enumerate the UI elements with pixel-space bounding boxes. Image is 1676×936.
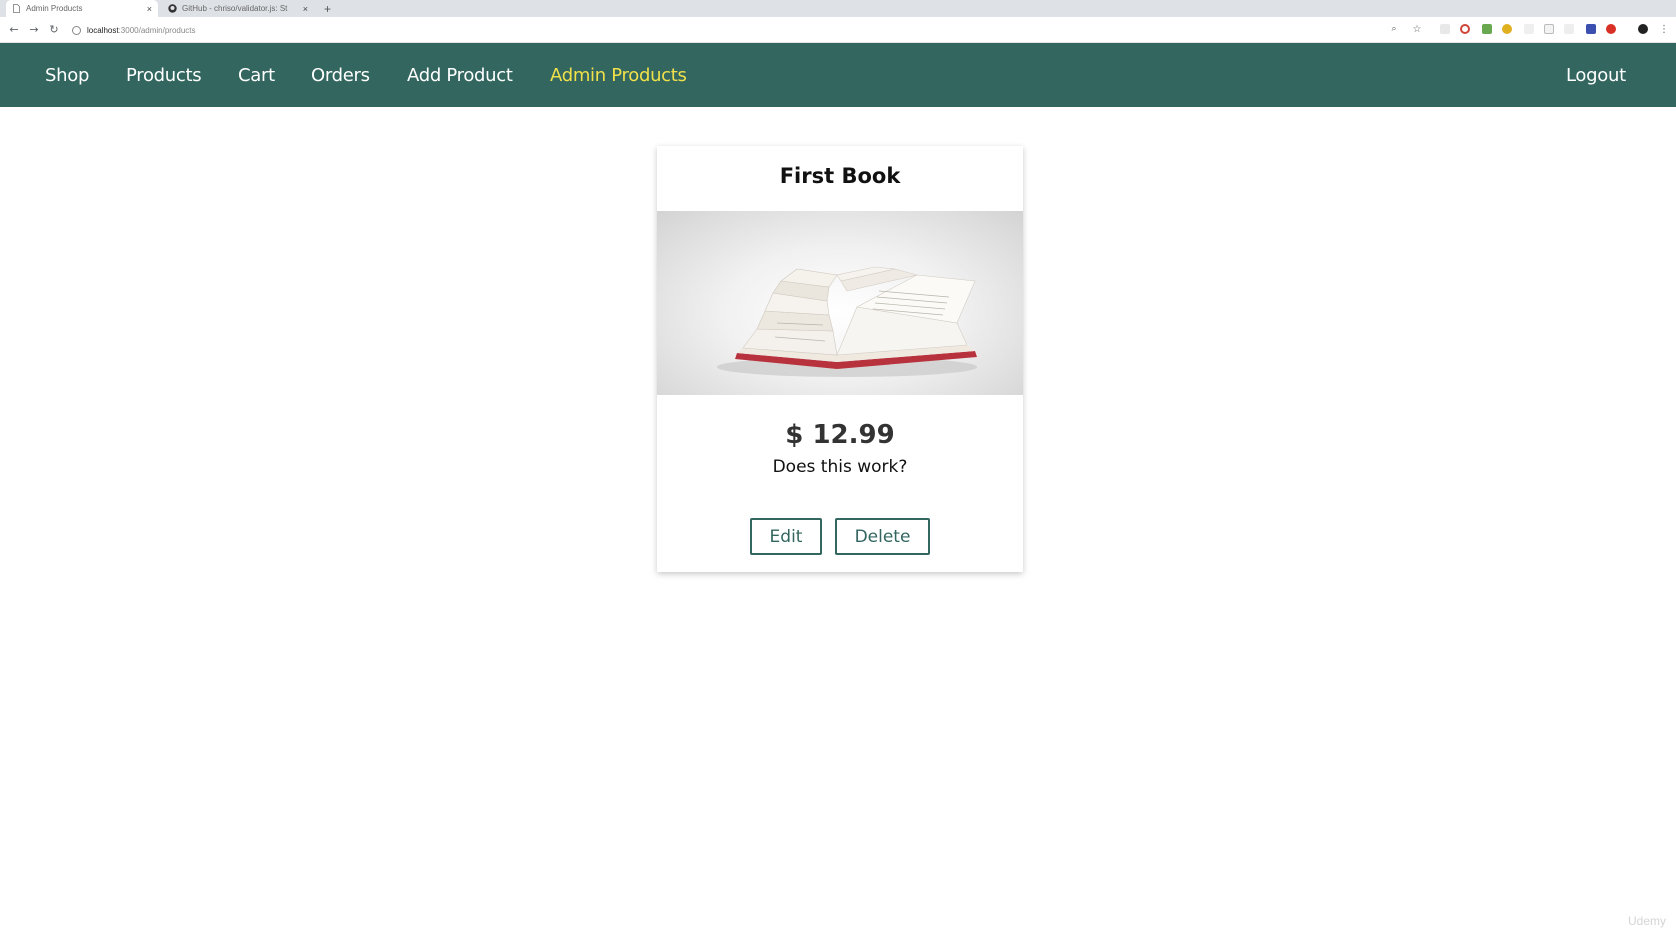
back-arrow-icon[interactable]: ← — [6, 21, 22, 37]
close-tab-icon[interactable]: × — [303, 4, 308, 14]
browser-menu-icon[interactable]: ⋮ — [1656, 21, 1672, 37]
site-info-icon[interactable] — [72, 25, 81, 35]
zoom-icon[interactable]: ⌕ — [1386, 21, 1402, 37]
nav-link-products[interactable]: Products — [126, 43, 202, 107]
extension-icon[interactable] — [1440, 24, 1450, 34]
filter-extension-icon[interactable] — [1544, 24, 1554, 34]
product-price: $ 12.99 — [785, 420, 895, 450]
extension-icon[interactable] — [1564, 24, 1574, 34]
product-description: Does this work? — [772, 457, 908, 477]
extension-icon[interactable] — [1524, 24, 1534, 34]
nav-link-shop[interactable]: Shop — [45, 43, 89, 107]
open-book-image — [717, 266, 977, 377]
product-image — [657, 211, 1023, 395]
product-title: First Book — [779, 164, 901, 188]
github-icon — [168, 4, 177, 13]
tab-title: GitHub - chriso/validator.js: St — [182, 4, 288, 13]
extension-icon[interactable] — [1606, 24, 1616, 34]
nav-link-cart[interactable]: Cart — [238, 43, 275, 107]
extension-icon[interactable] — [1482, 24, 1492, 34]
nav-link-admin-products[interactable]: Admin Products — [550, 43, 687, 107]
profile-avatar-icon[interactable] — [1638, 24, 1648, 34]
url-path: :3000/admin/products — [118, 25, 196, 35]
new-tab-button[interactable]: + — [324, 0, 331, 17]
main-header: Shop Products Cart Orders Add Product Ad… — [0, 43, 1676, 107]
tab-title: Admin Products — [26, 4, 83, 13]
reload-icon[interactable]: ↻ — [46, 21, 62, 37]
logout-button[interactable]: Logout — [1566, 43, 1626, 107]
extension-icon[interactable] — [1586, 24, 1596, 34]
nav-link-add-product[interactable]: Add Product — [407, 43, 513, 107]
bookmark-star-icon[interactable]: ☆ — [1409, 21, 1425, 37]
page-icon — [12, 4, 21, 13]
url-host: localhost — [87, 25, 119, 35]
nav-link-orders[interactable]: Orders — [311, 43, 370, 107]
delete-button[interactable]: Delete — [835, 518, 930, 555]
address-bar[interactable]: localhost:3000/admin/products — [72, 21, 1402, 39]
forward-arrow-icon[interactable]: → — [26, 21, 42, 37]
product-card: First Book $ 12.99 Does this work? Edit … — [657, 146, 1023, 572]
browser-toolbar: ← → ↻ localhost:3000/admin/products ⌕ ☆ … — [0, 17, 1676, 43]
browser-tab-admin-products[interactable]: Admin Products × — [6, 0, 158, 17]
browser-tab-strip: Admin Products × GitHub - chriso/validat… — [0, 0, 1676, 17]
browser-tab-github[interactable]: GitHub - chriso/validator.js: St × — [162, 0, 314, 17]
extension-icon[interactable] — [1502, 24, 1512, 34]
close-tab-icon[interactable]: × — [147, 4, 152, 14]
opera-extension-icon[interactable] — [1460, 24, 1470, 34]
edit-button[interactable]: Edit — [750, 518, 822, 555]
udemy-watermark: Udemy — [1627, 914, 1666, 928]
